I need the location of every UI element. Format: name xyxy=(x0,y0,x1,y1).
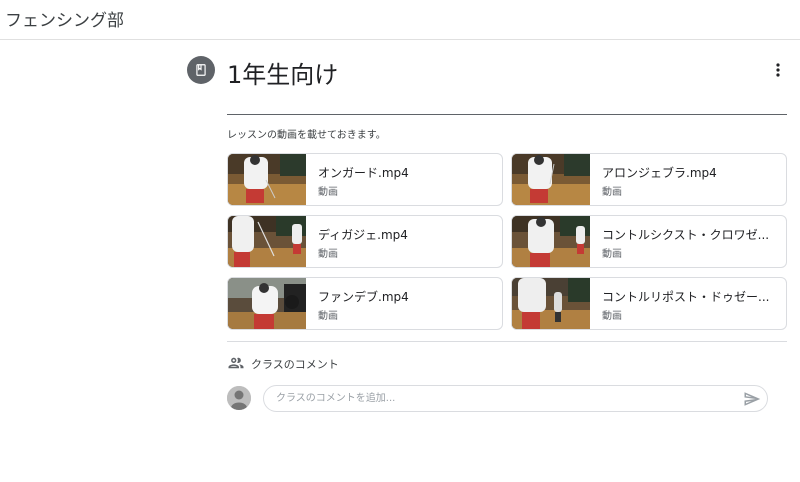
comment-input[interactable] xyxy=(263,385,768,412)
post-title: 1年生向け xyxy=(227,61,339,89)
class-comments-label: クラスのコメント xyxy=(251,358,339,371)
attachment-card[interactable]: アロンジェブラ.mp4 動画 xyxy=(511,153,787,206)
video-thumbnail xyxy=(228,154,306,205)
attachment-card[interactable]: コントルシクスト・クロワゼ... 動画 xyxy=(511,215,787,268)
people-icon xyxy=(227,354,245,372)
attachment-type: 動画 xyxy=(602,249,622,260)
attachment-name: ディガジェ.mp4 xyxy=(318,228,408,242)
video-thumbnail xyxy=(512,216,590,267)
class-name[interactable]: フェンシング部 xyxy=(5,6,124,31)
send-icon[interactable] xyxy=(743,390,761,408)
attachment-type: 動画 xyxy=(318,311,338,322)
attachment-card[interactable]: ファンデブ.mp4 動画 xyxy=(227,277,503,330)
video-thumbnail xyxy=(228,278,306,329)
attachment-type: 動画 xyxy=(318,187,338,198)
video-thumbnail xyxy=(512,278,590,329)
attachment-name: コントルリポスト・ドゥゼー... xyxy=(602,290,770,304)
attachment-type: 動画 xyxy=(602,311,622,322)
post-description: レッスンの動画を載せておきます。 xyxy=(227,130,386,141)
video-thumbnail xyxy=(228,216,306,267)
attachment-type: 動画 xyxy=(318,249,338,260)
attachment-name: オンガード.mp4 xyxy=(318,166,409,180)
attachment-card[interactable]: ディガジェ.mp4 動画 xyxy=(227,215,503,268)
attachment-name: コントルシクスト・クロワゼ... xyxy=(602,228,770,242)
top-bar: フェンシング部 xyxy=(0,0,800,40)
attachment-card[interactable]: オンガード.mp4 動画 xyxy=(227,153,503,206)
attachment-name: アロンジェブラ.mp4 xyxy=(602,166,717,180)
more-vert-icon[interactable] xyxy=(766,58,790,82)
book-icon xyxy=(187,56,215,84)
attachment-card[interactable]: コントルリポスト・ドゥゼー... 動画 xyxy=(511,277,787,330)
attachment-type: 動画 xyxy=(602,187,622,198)
comments-divider xyxy=(227,341,787,342)
avatar xyxy=(227,386,251,410)
post-divider xyxy=(227,114,787,115)
video-thumbnail xyxy=(512,154,590,205)
attachment-name: ファンデブ.mp4 xyxy=(318,290,409,304)
